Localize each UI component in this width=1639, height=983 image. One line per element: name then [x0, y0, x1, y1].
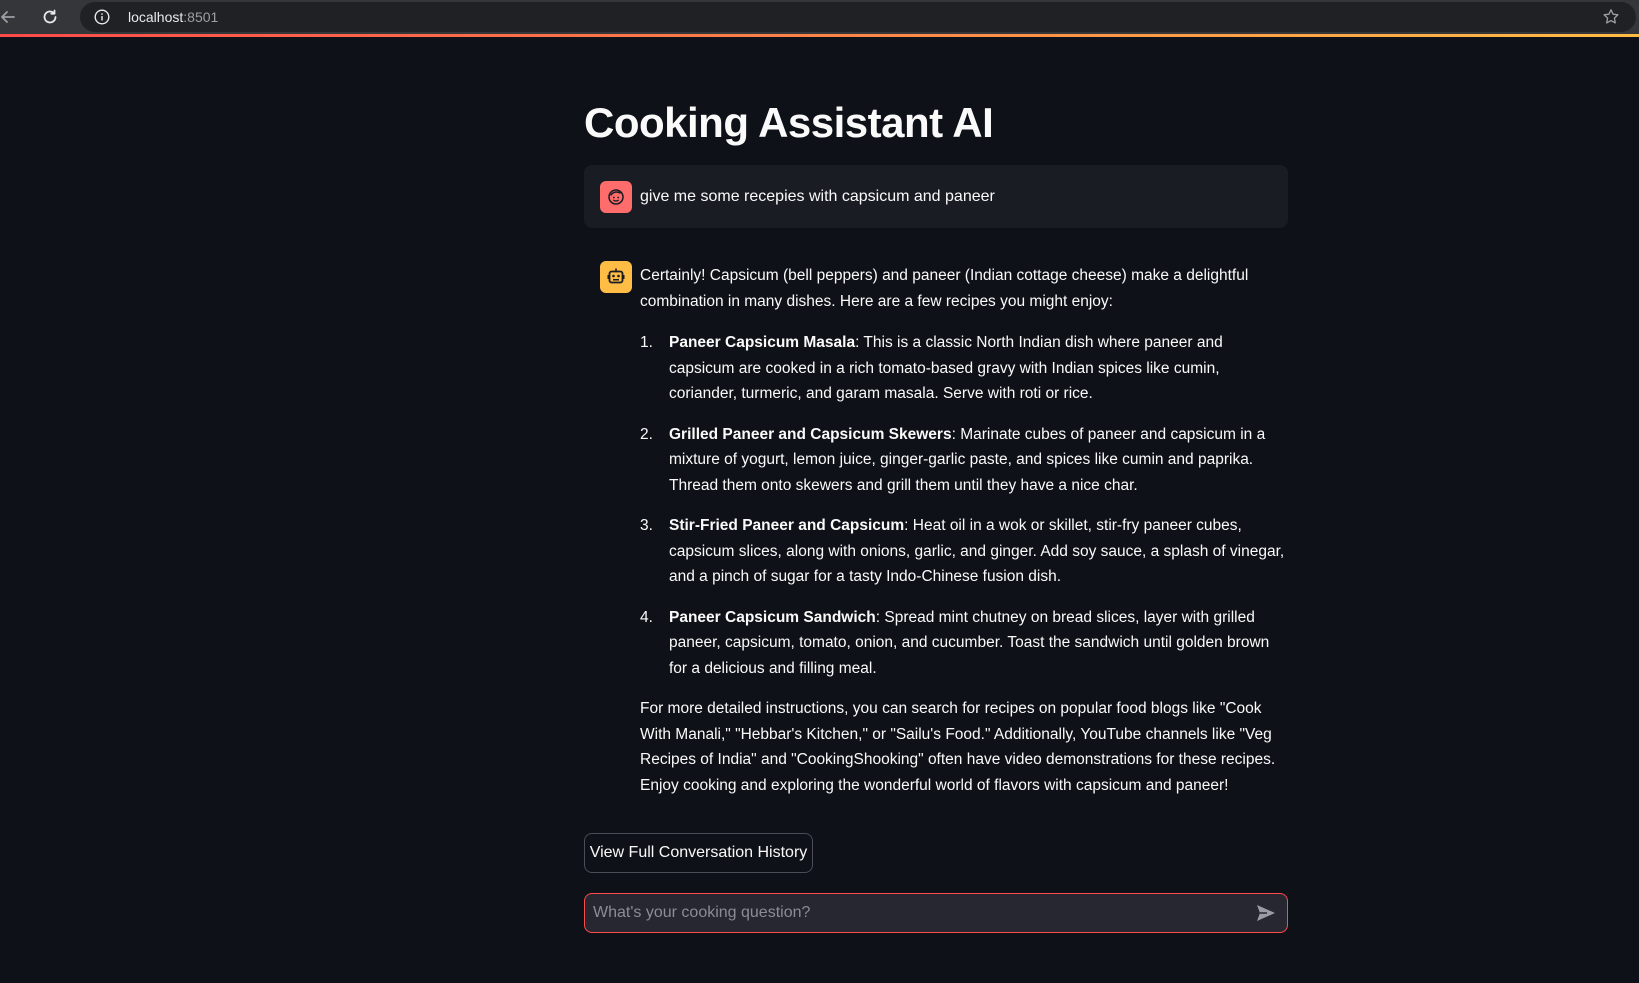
robot-icon	[607, 268, 625, 284]
browser-toolbar: localhost:8501	[0, 0, 1639, 34]
back-arrow-icon	[1, 11, 15, 23]
list-item: 3. Stir-Fried Paneer and Capsicum: Heat …	[640, 513, 1288, 590]
recipe-number: 4.	[640, 608, 653, 626]
recipe-name: Paneer Capsicum Sandwich	[669, 608, 876, 626]
send-icon[interactable]	[1255, 903, 1277, 923]
user-message-text: give me some recepies with capsicum and …	[640, 188, 995, 205]
page-title: Cooking Assistant AI	[584, 99, 994, 146]
address-bar[interactable]: localhost:8501	[80, 2, 1636, 32]
info-icon[interactable]	[94, 9, 110, 25]
recipe-list: 1. Paneer Capsicum Masala: This is a cla…	[640, 330, 1288, 681]
url-port: :8501	[183, 9, 219, 25]
back-button[interactable]	[0, 5, 20, 29]
recipe-name: Grilled Paneer and Capsicum Skewers	[669, 425, 952, 443]
view-history-button[interactable]: View Full Conversation History	[584, 833, 813, 873]
list-item: 2. Grilled Paneer and Capsicum Skewers: …	[640, 422, 1288, 499]
user-message: give me some recepies with capsicum and …	[584, 165, 1288, 228]
chat-input-container	[584, 893, 1288, 933]
user-face-icon	[608, 189, 624, 205]
assistant-outro-text: For more detailed instructions, you can …	[640, 700, 1276, 794]
user-avatar	[600, 181, 632, 213]
assistant-intro-text: Certainly! Capsicum (bell peppers) and p…	[640, 267, 1249, 310]
recipe-number: 2.	[640, 425, 653, 443]
star-icon[interactable]	[1602, 8, 1620, 26]
app-header-accent	[0, 34, 1639, 37]
assistant-message-body: Certainly! Capsicum (bell peppers) and p…	[640, 261, 1288, 798]
assistant-avatar	[600, 261, 632, 293]
url-host: localhost	[128, 9, 184, 25]
list-item: 4. Paneer Capsicum Sandwich: Spread mint…	[640, 605, 1288, 682]
list-item: 1. Paneer Capsicum Masala: This is a cla…	[640, 330, 1288, 407]
reload-button[interactable]	[38, 5, 62, 29]
recipe-name: Stir-Fried Paneer and Capsicum	[669, 517, 905, 534]
reload-icon	[43, 9, 57, 24]
recipe-number: 1.	[640, 334, 653, 351]
url-text[interactable]: localhost:8501	[128, 9, 218, 25]
recipe-number: 3.	[640, 517, 653, 534]
recipe-name: Paneer Capsicum Masala	[669, 334, 856, 351]
chat-input[interactable]	[593, 894, 1233, 932]
